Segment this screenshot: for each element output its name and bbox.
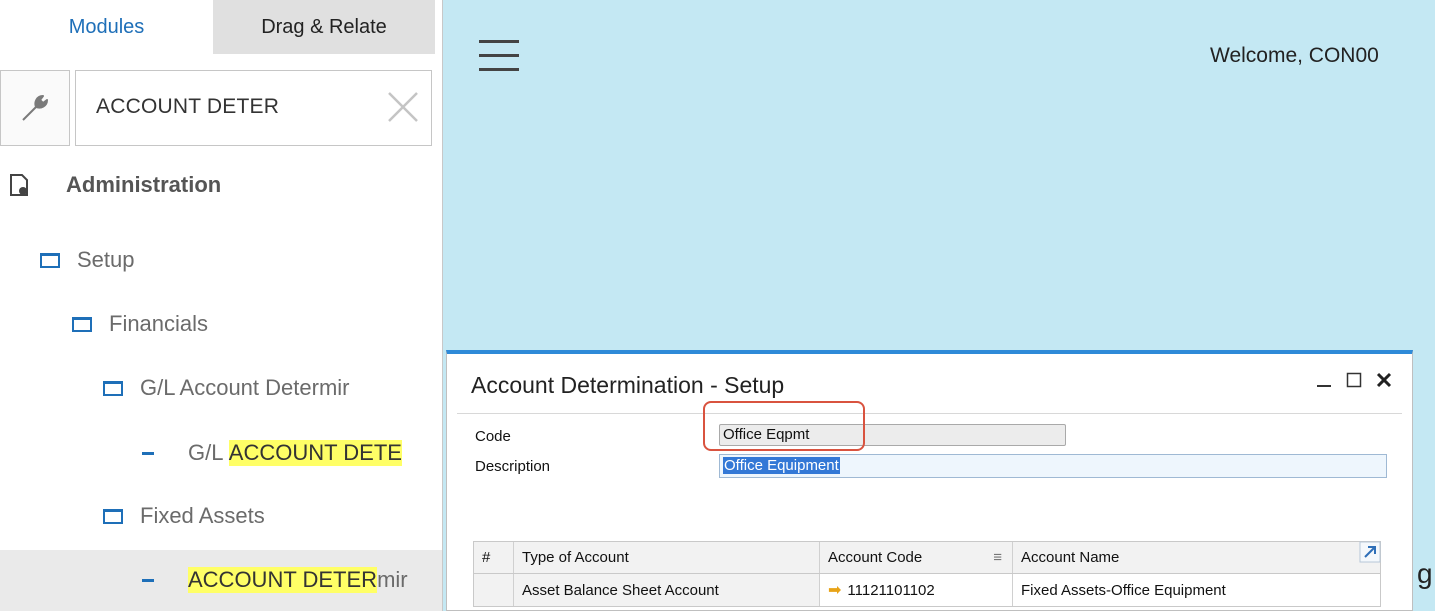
account-determination-dialog: Account Determination - Setup Code Offic… [446, 350, 1413, 611]
tree-label: Administration [66, 172, 222, 197]
row-type: Asset Balance Sheet Account [514, 574, 820, 606]
grid-header-name[interactable]: Account Name [1013, 542, 1354, 573]
code-label: Code [475, 428, 511, 445]
row-code-value: 11121101102 [847, 581, 935, 599]
table-row[interactable]: Asset Balance Sheet Account ➡ 1112110110… [473, 574, 1381, 607]
tree-label: Financials [109, 311, 209, 336]
search-highlight: ACCOUNT DETER [188, 567, 378, 593]
row-code[interactable]: ➡ 11121101102 [820, 574, 1013, 606]
menu-icon[interactable] [479, 40, 519, 74]
search-highlight: ACCOUNT DETE [228, 440, 402, 466]
tree-label: Setup [77, 247, 135, 272]
row-number [474, 574, 514, 606]
minimize-icon[interactable] [1316, 372, 1332, 388]
leaf-dash-icon [142, 578, 154, 582]
account-grid: # Type of Account Account Code ≡ Account… [473, 541, 1381, 607]
module-search-row: ACCOUNT DETER [0, 70, 435, 146]
leaf-dash-icon [142, 451, 154, 455]
tab-drag-relate[interactable]: Drag & Relate [213, 0, 435, 54]
administration-icon [10, 174, 28, 196]
tree-item-account-determination[interactable]: ACCOUNT DETER mir [142, 567, 408, 593]
dialog-title: Account Determination - Setup [471, 372, 785, 398]
grid-header-num[interactable]: # [474, 542, 514, 573]
grid-header-code[interactable]: Account Code ≡ [820, 542, 1013, 573]
column-menu-icon[interactable]: ≡ [993, 549, 1002, 566]
folder-icon [103, 508, 123, 524]
grid-header-type[interactable]: Type of Account [514, 542, 820, 573]
description-field[interactable]: Office Equipment [719, 454, 1387, 478]
tree-item-financials[interactable]: Financials [72, 311, 208, 337]
description-value: Office Equipment [723, 457, 840, 474]
module-search-input[interactable]: ACCOUNT DETER [75, 70, 432, 146]
folder-icon [72, 316, 92, 332]
close-icon[interactable] [385, 89, 421, 125]
grid-header-code-label: Account Code [828, 549, 923, 566]
maximize-icon[interactable] [1346, 372, 1362, 388]
tree-label: G/L Account Determir [140, 375, 350, 400]
tab-modules[interactable]: Modules [0, 0, 213, 54]
description-label: Description [475, 458, 551, 475]
title-separator [457, 413, 1402, 414]
tree-item-setup[interactable]: Setup [40, 247, 135, 273]
expand-icon[interactable] [1359, 541, 1381, 563]
tree-item-gl-account-determination[interactable]: G/L Account Determir [103, 375, 349, 401]
annotation-circle [703, 401, 865, 451]
search-value: ACCOUNT DETER [96, 95, 280, 118]
row-name: Fixed Assets-Office Equipment [1021, 581, 1226, 599]
grid-header-row: # Type of Account Account Code ≡ Account… [473, 541, 1381, 574]
background-text-fragment: g [1417, 558, 1433, 589]
tree-label: Fixed Assets [140, 503, 265, 528]
sidebar-tabs: Modules Drag & Relate [0, 0, 435, 54]
close-icon[interactable] [1376, 372, 1392, 388]
link-arrow-icon[interactable]: ➡ [828, 580, 841, 600]
tree-item-fixed-assets[interactable]: Fixed Assets [103, 503, 265, 529]
tree-label-suffix: mir [377, 567, 408, 592]
sidebar: Modules Drag & Relate ACCOUNT DETER Admi… [0, 0, 443, 611]
wrench-icon[interactable] [0, 70, 70, 146]
welcome-text: Welcome, CON00 [1210, 44, 1379, 67]
folder-icon [40, 252, 60, 268]
tree-label-prefix: G/L [188, 440, 229, 465]
folder-icon [103, 380, 123, 396]
tree-item-administration[interactable]: Administration [8, 172, 221, 198]
tree-item-gl-account-determination-leaf[interactable]: G/L ACCOUNT DETE [142, 440, 402, 466]
window-controls [1316, 372, 1392, 388]
